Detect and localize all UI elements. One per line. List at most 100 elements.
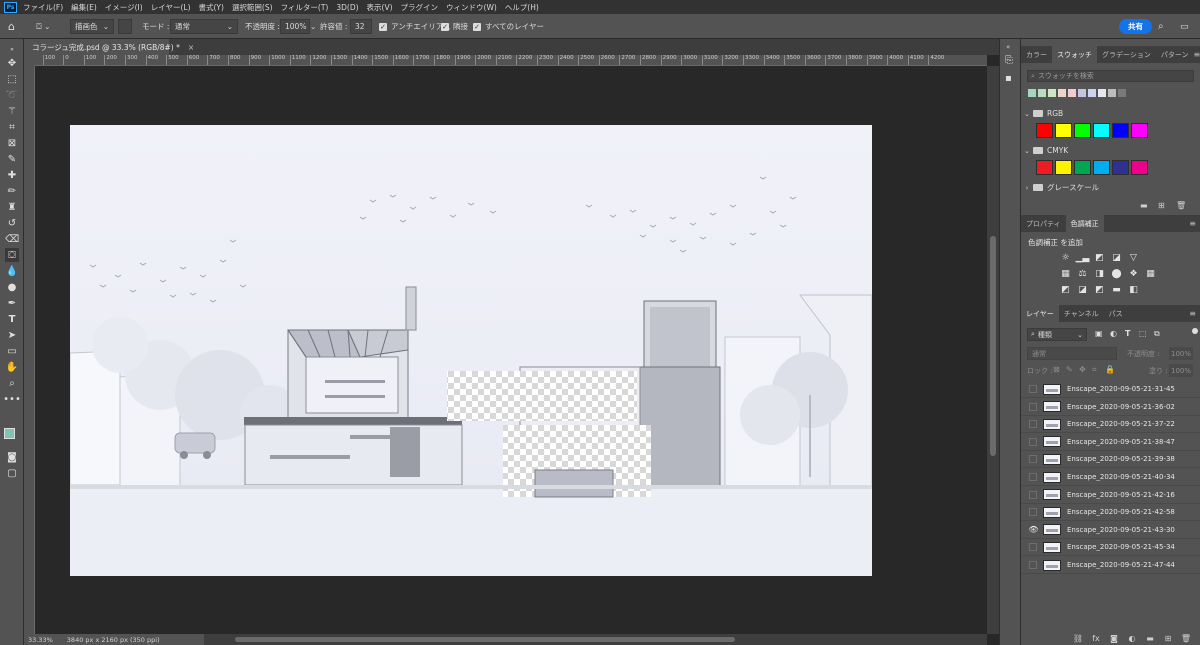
contiguous-checkbox[interactable]: ✓ 隣接: [441, 19, 468, 34]
eraser-tool-icon[interactable]: ⌫: [5, 232, 19, 246]
recent-swatch[interactable]: [1098, 89, 1106, 97]
link-layers-icon[interactable]: ⛓: [1073, 633, 1083, 643]
comments-panel-icon[interactable]: ▪: [1005, 73, 1012, 84]
filter-smart-object-icon[interactable]: ⧉: [1154, 329, 1160, 339]
screen-mode-icon[interactable]: ▢: [5, 466, 19, 480]
paint-bucket-preset-icon[interactable]: ⛋ ⌄: [36, 19, 50, 34]
filter-shape-icon[interactable]: ⬚: [1139, 329, 1147, 338]
opacity-input[interactable]: 100%: [280, 19, 310, 34]
menu-type[interactable]: 書式(Y): [199, 2, 224, 13]
filter-toggle[interactable]: [1192, 328, 1198, 334]
lock-transparency-icon[interactable]: ⊠: [1053, 365, 1060, 374]
canvas-area[interactable]: [35, 66, 987, 634]
tab-color[interactable]: カラー: [1021, 46, 1052, 63]
panel-menu-icon[interactable]: ≡: [1194, 46, 1200, 63]
layer-row[interactable]: Enscape_2020-09-05-21-37-22: [1021, 416, 1200, 434]
swatch-group-grayscale[interactable]: › グレースケール: [1021, 181, 1200, 194]
layer-row[interactable]: Enscape_2020-09-05-21-40-34: [1021, 469, 1200, 486]
close-tab-icon[interactable]: ×: [188, 43, 194, 52]
swatch-group-cmyk[interactable]: ⌄ CMYK: [1021, 144, 1200, 157]
visibility-toggle[interactable]: [1029, 437, 1037, 446]
eye-icon[interactable]: 👁: [1024, 525, 1043, 534]
layer-filter-select[interactable]: ⌕ 種類 ⌄: [1027, 328, 1087, 341]
menu-layer[interactable]: レイヤー(L): [151, 2, 191, 13]
vibrance-icon[interactable]: ▽: [1128, 253, 1139, 263]
levels-icon[interactable]: ▁▃: [1076, 253, 1090, 263]
workspace-icon[interactable]: ▭: [1180, 19, 1189, 34]
all-layers-checkbox[interactable]: ✓ すべてのレイヤー: [473, 19, 544, 34]
layer-row[interactable]: 👁 Enscape_2020-09-05-21-43-30: [1021, 522, 1200, 539]
photo-filter-icon[interactable]: ⬤: [1111, 269, 1122, 279]
panel-menu-icon[interactable]: ≡: [1189, 215, 1200, 232]
eyedropper-tool-icon[interactable]: ✎: [5, 152, 19, 166]
layer-row[interactable]: Enscape_2020-09-05-21-36-02: [1021, 399, 1200, 416]
posterize-icon[interactable]: ◪: [1077, 285, 1088, 295]
tab-channels[interactable]: チャンネル: [1059, 305, 1104, 322]
search-icon[interactable]: ⌕: [1158, 19, 1164, 34]
collapse-icon[interactable]: «: [1006, 43, 1010, 51]
delete-layer-icon[interactable]: 🗑: [1181, 633, 1191, 643]
opacity-dropdown-icon[interactable]: ⌄: [310, 19, 316, 34]
hue-saturation-icon[interactable]: ▦: [1060, 269, 1071, 279]
layer-row[interactable]: Enscape_2020-09-05-21-42-16: [1021, 487, 1200, 504]
new-group-icon[interactable]: ▬: [1140, 201, 1148, 210]
swatch-cmyk-magenta[interactable]: [1131, 160, 1148, 175]
swatch-cmyk-yellow[interactable]: [1055, 160, 1072, 175]
new-layer-icon[interactable]: ⊞: [1163, 633, 1173, 643]
vertical-scrollbar[interactable]: [987, 66, 999, 634]
collapse-icon[interactable]: »: [5, 42, 19, 56]
more-tools-icon[interactable]: •••: [3, 392, 21, 406]
antialias-checkbox[interactable]: ✓ アンチエイリアス: [379, 19, 451, 34]
new-group-icon[interactable]: ▬: [1145, 633, 1155, 643]
document-canvas[interactable]: [70, 125, 872, 576]
recent-swatch[interactable]: [1118, 89, 1126, 97]
swatch-cmyk-red[interactable]: [1036, 160, 1053, 175]
layer-row[interactable]: Enscape_2020-09-05-21-47-44: [1021, 557, 1200, 574]
recent-swatch[interactable]: [1038, 89, 1046, 97]
healing-brush-tool-icon[interactable]: ✚: [5, 168, 19, 182]
blend-mode-select[interactable]: 通常: [1027, 347, 1117, 360]
menu-image[interactable]: イメージ(I): [105, 2, 143, 13]
filter-pixel-icon[interactable]: ▣: [1095, 329, 1103, 338]
filter-adjustment-icon[interactable]: ◐: [1110, 329, 1117, 338]
crop-tool-icon[interactable]: ⌗: [5, 120, 19, 134]
recent-swatch[interactable]: [1068, 89, 1076, 97]
tab-patterns[interactable]: パターン: [1156, 46, 1194, 63]
visibility-toggle[interactable]: [1029, 561, 1037, 569]
color-balance-icon[interactable]: ⚖: [1077, 269, 1088, 279]
menu-window[interactable]: ウィンドウ(W): [446, 2, 497, 13]
document-tab[interactable]: コラージュ完成.psd @ 33.3% (RGB/8#) * ×: [24, 39, 194, 55]
swatch-rgb-blue[interactable]: [1112, 123, 1129, 138]
pattern-picker[interactable]: [118, 19, 132, 34]
filter-type-icon[interactable]: T: [1125, 329, 1130, 338]
type-tool-icon[interactable]: T: [5, 312, 19, 326]
swatch-search-input[interactable]: ⌕ スウォッチを検索: [1027, 70, 1194, 82]
curves-icon[interactable]: ◩: [1094, 253, 1105, 263]
lock-artboard-icon[interactable]: ⌗: [1092, 365, 1097, 375]
menu-help[interactable]: ヘルプ(H): [505, 2, 539, 13]
layer-row[interactable]: Enscape_2020-09-05-21-39-38: [1021, 451, 1200, 469]
history-panel-icon[interactable]: ⎘: [1005, 55, 1013, 66]
lasso-tool-icon[interactable]: ➰: [5, 88, 19, 102]
menu-view[interactable]: 表示(V): [367, 2, 393, 13]
paint-bucket-tool-icon[interactable]: ⛋: [5, 248, 19, 262]
panel-menu-icon[interactable]: ≡: [1189, 305, 1200, 322]
blur-tool-icon[interactable]: 💧: [5, 264, 19, 278]
visibility-toggle[interactable]: [1029, 543, 1037, 552]
tab-properties[interactable]: プロパティ: [1021, 215, 1066, 232]
swatch-cmyk-blue[interactable]: [1112, 160, 1129, 175]
frame-tool-icon[interactable]: ⊠: [5, 136, 19, 150]
move-tool-icon[interactable]: ✥: [5, 56, 19, 70]
visibility-toggle[interactable]: [1029, 455, 1037, 464]
tab-adjustments[interactable]: 色調補正: [1065, 215, 1104, 232]
visibility-toggle[interactable]: [1029, 420, 1037, 429]
visibility-toggle[interactable]: [1029, 508, 1037, 517]
swatch-cmyk-cyan[interactable]: [1093, 160, 1110, 175]
layer-row[interactable]: Enscape_2020-09-05-21-38-47: [1021, 434, 1200, 451]
magic-wand-tool-icon[interactable]: ⚚: [5, 104, 19, 118]
path-selection-tool-icon[interactable]: ➤: [5, 328, 19, 342]
recent-swatch[interactable]: [1088, 89, 1096, 97]
swatch-rgb-magenta[interactable]: [1131, 123, 1148, 138]
rectangle-tool-icon[interactable]: ▭: [5, 344, 19, 358]
lock-position-icon[interactable]: ✥: [1079, 365, 1086, 374]
